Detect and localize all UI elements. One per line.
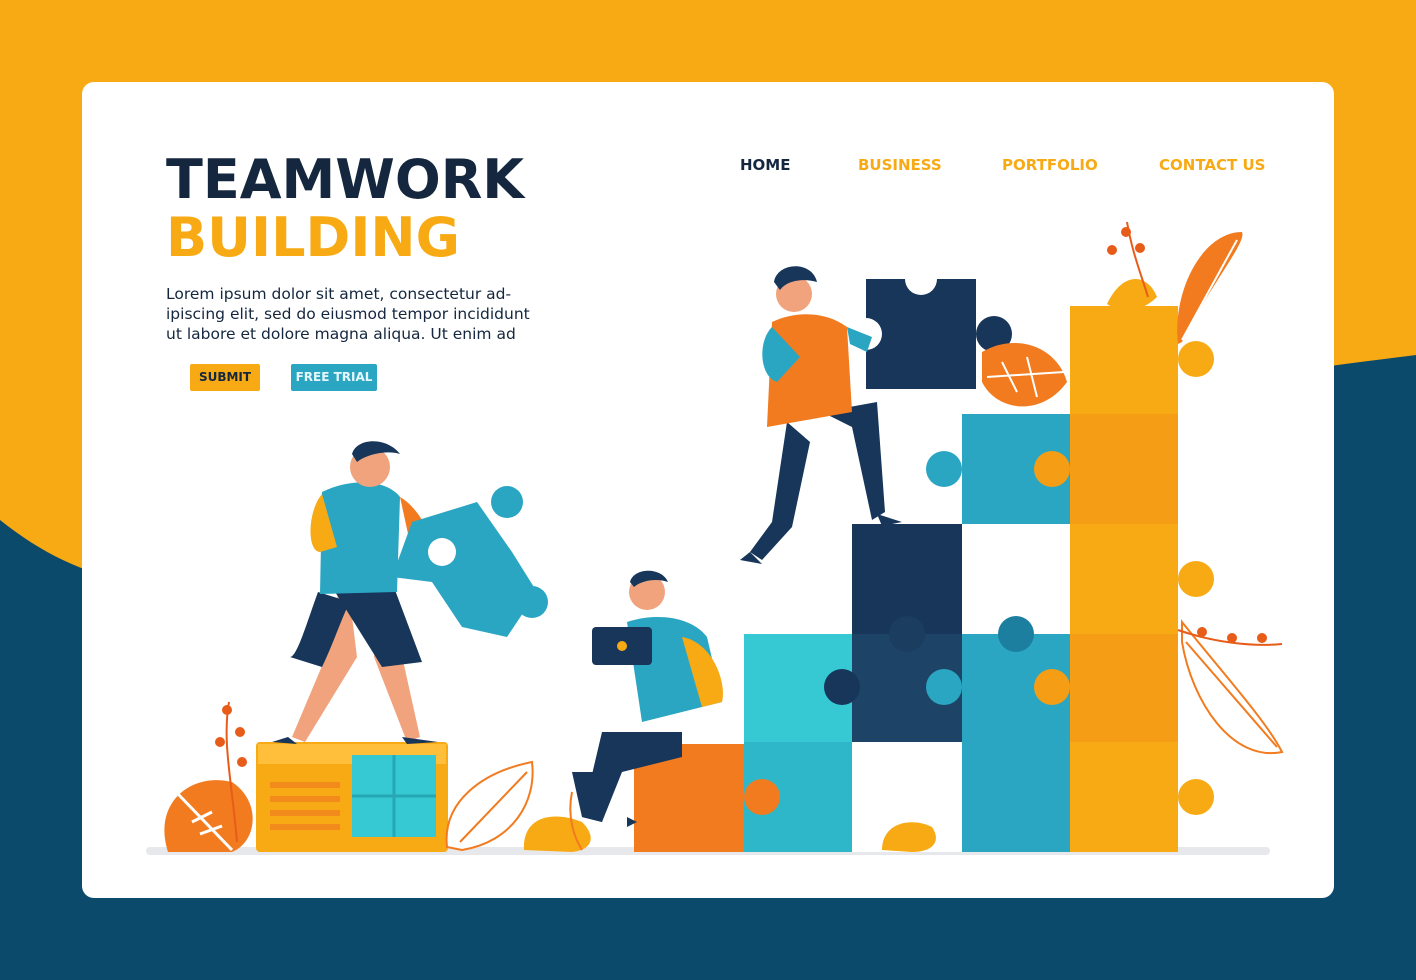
puzzle-piece-icon bbox=[1070, 634, 1178, 742]
puzzle-box bbox=[256, 742, 448, 852]
puzzle-piece-icon bbox=[1070, 524, 1178, 634]
puzzle-piece-icon bbox=[962, 742, 1070, 852]
leaf-icon bbox=[164, 701, 253, 852]
teamwork-illustration bbox=[146, 221, 1284, 855]
puzzle-piece-icon bbox=[1070, 414, 1178, 524]
person-icon bbox=[272, 441, 548, 744]
person-icon bbox=[572, 570, 744, 852]
puzzle-piece-icon bbox=[1070, 742, 1178, 852]
puzzle-piece-icon bbox=[1070, 306, 1178, 414]
landing-card: HOME BUSINESS PORTFOLIO CONTACT US TEAMW… bbox=[82, 82, 1334, 898]
leaf-icon bbox=[445, 760, 591, 852]
puzzle-piece-icon bbox=[392, 486, 548, 637]
